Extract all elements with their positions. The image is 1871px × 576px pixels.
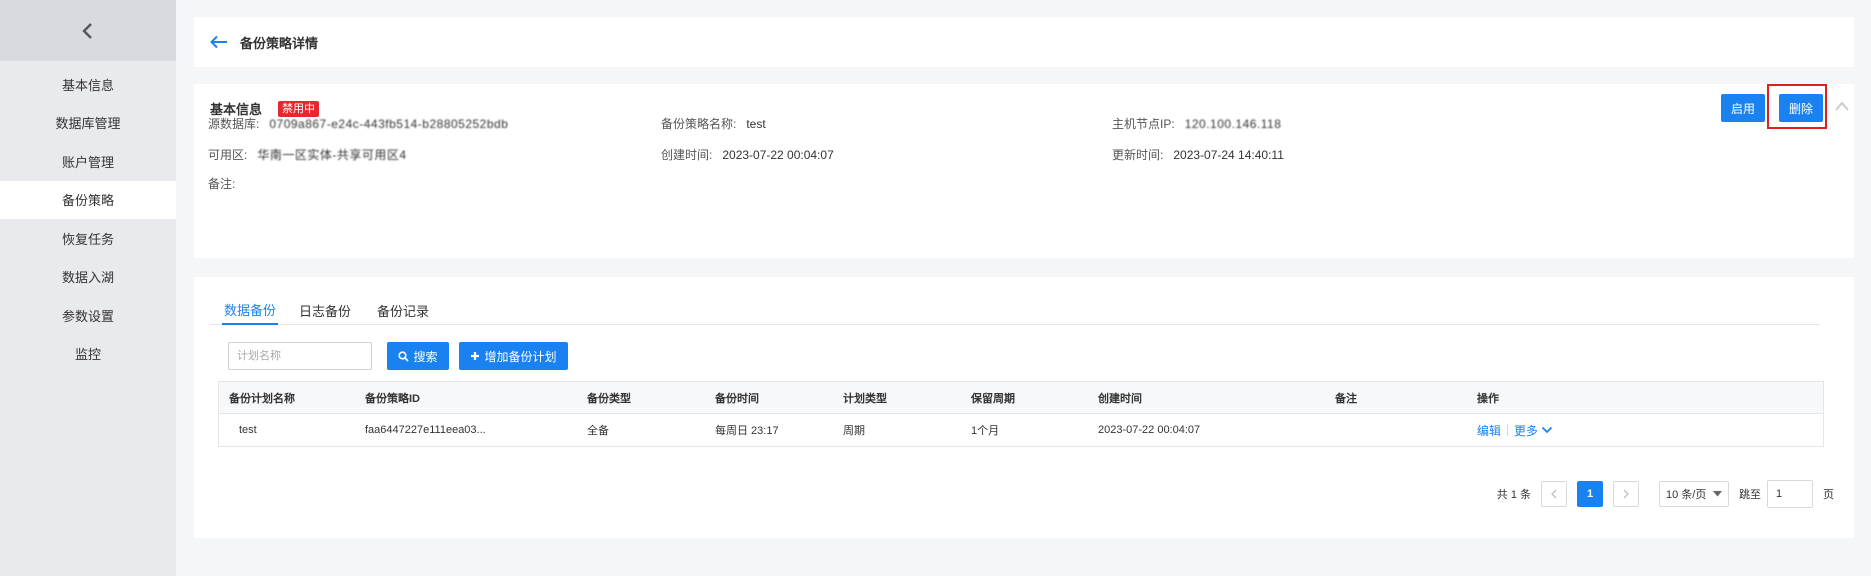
sidebar-item-parameters[interactable]: 参数设置 xyxy=(0,296,176,335)
updated-time-value: 2023-07-24 14:40:11 xyxy=(1173,147,1284,162)
sidebar-item-database-management[interactable]: 数据库管理 xyxy=(0,104,176,143)
cell-plan-type: 周期 xyxy=(843,425,865,437)
host-ip-label: 主机节点IP: xyxy=(1112,117,1175,131)
remark-field: 备注: xyxy=(208,175,235,192)
sidebar-item-basic-info[interactable]: 基本信息 xyxy=(0,65,176,104)
tab-data-backup[interactable]: 数据备份 xyxy=(222,295,279,325)
goto-page-input[interactable]: 1 xyxy=(1767,480,1813,508)
caret-down-icon xyxy=(1713,491,1722,497)
page-size-select[interactable]: 10 条/页 xyxy=(1659,481,1729,507)
cell-plan-name: test xyxy=(239,424,257,436)
basic-info-card: 基本信息 禁用中 启用 删除 源数据库: 0709a867-e24c-443fb… xyxy=(194,84,1854,258)
divider xyxy=(1507,424,1509,436)
page-title: 备份策略详情 xyxy=(240,35,319,51)
tab-backup-records[interactable]: 备份记录 xyxy=(377,295,429,325)
tab-bar: 数据备份 日志备份 备份记录 xyxy=(210,295,1820,325)
source-db-label: 源数据库: xyxy=(208,117,260,131)
main-content: 备份策略详情 基本信息 禁用中 启用 删除 源数据库: 0709a867-e24… xyxy=(176,0,1871,576)
add-button-label: 增加备份计划 xyxy=(484,349,557,364)
col-retention: 保留周期 xyxy=(971,392,1015,405)
chevron-left-icon xyxy=(82,22,92,39)
cell-policy-id: faa6447227e111eea03... xyxy=(365,424,486,436)
zone-value: 华南一区实体-共享可用区4 xyxy=(257,148,407,162)
col-policy-id: 备份策略ID xyxy=(365,392,420,405)
edit-link[interactable]: 编辑 xyxy=(1477,422,1501,439)
zone-label: 可用区: xyxy=(208,148,248,162)
remark-label: 备注: xyxy=(208,177,236,191)
backup-plans-table: 备份计划名称 备份策略ID 备份类型 备份时间 计划类型 保留周期 创建时间 备… xyxy=(218,381,1824,447)
sidebar-item-restore-task[interactable]: 恢复任务 xyxy=(0,219,176,258)
chevron-left-icon xyxy=(1551,489,1557,499)
cell-retention: 1个月 xyxy=(971,425,1000,437)
page-header: 备份策略详情 xyxy=(194,17,1854,67)
search-button-label: 搜索 xyxy=(413,349,438,364)
cell-backup-time: 每周日 23:17 xyxy=(715,425,779,437)
cell-actions: 编辑 更多 xyxy=(1467,422,1617,439)
delete-button[interactable]: 删除 xyxy=(1779,94,1823,122)
sidebar-item-account-management[interactable]: 账户管理 xyxy=(0,142,176,181)
updated-time-field: 更新时间: 2023-07-24 14:40:11 xyxy=(1112,146,1284,163)
search-button[interactable]: 搜索 xyxy=(387,342,449,370)
source-db-value: 0709a867-e24c-443fb514-b28805252bdb xyxy=(269,116,509,131)
cell-backup-type: 全备 xyxy=(587,425,609,437)
col-backup-type: 备份类型 xyxy=(587,392,631,405)
tab-log-backup[interactable]: 日志备份 xyxy=(299,295,351,325)
page-1-button[interactable]: 1 xyxy=(1577,481,1603,507)
more-dropdown[interactable]: 更多 xyxy=(1514,422,1538,439)
page-unit-label: 页 xyxy=(1823,489,1834,501)
pagination: 共 1 条 1 10 条/页 跳至 1 页 xyxy=(1497,480,1834,508)
created-time-label: 创建时间: xyxy=(661,148,713,162)
host-ip-field: 主机节点IP: 120.100.146.118 xyxy=(1112,115,1281,132)
col-actions: 操作 xyxy=(1477,392,1499,405)
arrow-left-icon[interactable] xyxy=(210,35,228,49)
table-row: test faa6447227e111eea03... 全备 每周日 23:17… xyxy=(219,414,1823,446)
created-time-field: 创建时间: 2023-07-22 00:04:07 xyxy=(661,146,834,163)
plus-icon xyxy=(471,352,480,360)
next-page-button[interactable] xyxy=(1613,481,1639,507)
backup-plans-card: 数据备份 日志备份 备份记录 搜索 增加备份计划 备份计划名称 备份策略ID 备… xyxy=(194,277,1854,538)
total-count: 共 1 条 xyxy=(1496,489,1531,501)
zone-field: 可用区: 华南一区实体-共享可用区4 xyxy=(208,146,407,163)
col-backup-time: 备份时间 xyxy=(715,392,759,405)
host-ip-value: 120.100.146.118 xyxy=(1184,116,1282,131)
col-created-time: 创建时间 xyxy=(1098,392,1142,405)
goto-label: 跳至 xyxy=(1739,489,1761,501)
source-db-field: 源数据库: 0709a867-e24c-443fb514-b28805252bd… xyxy=(208,115,508,132)
search-icon xyxy=(398,350,410,362)
sidebar: 基本信息 数据库管理 账户管理 备份策略 恢复任务 数据入湖 参数设置 监控 xyxy=(0,0,176,576)
plan-name-search-input[interactable] xyxy=(228,342,372,370)
chevron-down-icon[interactable] xyxy=(1541,425,1553,435)
sidebar-collapse-button[interactable] xyxy=(0,0,176,61)
page-size-value: 10 条/页 xyxy=(1666,489,1707,501)
sidebar-nav: 基本信息 数据库管理 账户管理 备份策略 恢复任务 数据入湖 参数设置 监控 xyxy=(0,61,176,373)
policy-name-value: test xyxy=(746,116,766,131)
sidebar-item-backup-policy[interactable]: 备份策略 xyxy=(0,180,176,219)
col-plan-name: 备份计划名称 xyxy=(229,392,295,405)
sidebar-item-monitoring[interactable]: 监控 xyxy=(0,335,176,374)
cell-created-time: 2023-07-22 00:04:07 xyxy=(1098,424,1201,436)
chevron-right-icon xyxy=(1623,489,1629,499)
chevron-up-icon[interactable] xyxy=(1834,100,1850,112)
table-header: 备份计划名称 备份策略ID 备份类型 备份时间 计划类型 保留周期 创建时间 备… xyxy=(219,382,1823,414)
add-backup-plan-button[interactable]: 增加备份计划 xyxy=(459,342,568,370)
policy-name-label: 备份策略名称: xyxy=(661,117,737,131)
col-plan-type: 计划类型 xyxy=(843,392,887,405)
created-time-value: 2023-07-22 00:04:07 xyxy=(722,147,834,162)
prev-page-button[interactable] xyxy=(1541,481,1567,507)
col-remark: 备注 xyxy=(1335,392,1357,405)
enable-button[interactable]: 启用 xyxy=(1721,94,1765,122)
sidebar-item-data-lake[interactable]: 数据入湖 xyxy=(0,258,176,297)
updated-time-label: 更新时间: xyxy=(1112,148,1164,162)
policy-name-field: 备份策略名称: test xyxy=(661,115,766,132)
